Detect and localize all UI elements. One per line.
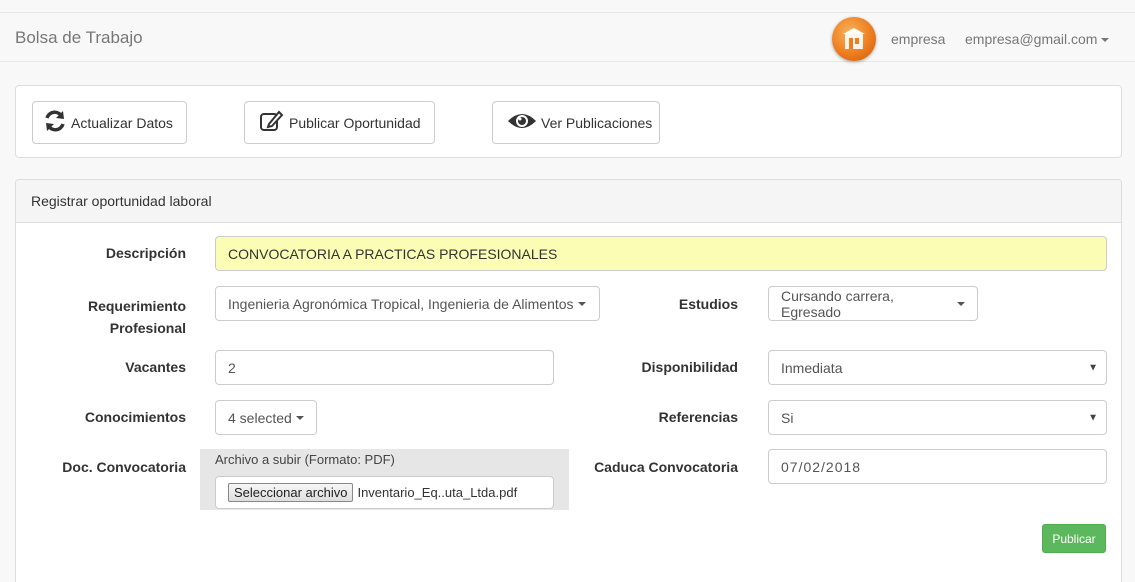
edit-icon — [259, 109, 285, 136]
vacantes-label: Vacantes — [125, 359, 186, 375]
descripcion-input[interactable]: CONVOCATORIA A PRACTICAS PROFESIONALES — [215, 236, 1107, 271]
select-arrow-icon: ▼ — [1088, 412, 1098, 423]
update-data-button[interactable]: Actualizar Datos — [32, 101, 187, 144]
caduca-date-input[interactable]: 07/02/2018 — [768, 449, 1107, 484]
file-upload-box: Archivo a subir (Formato: PDF) Seleccion… — [200, 449, 569, 510]
file-input[interactable]: Seleccionar archivo Inventario_Eq..uta_L… — [215, 476, 554, 509]
disponibilidad-label: Disponibilidad — [641, 359, 738, 375]
estudios-label: Estudios — [678, 296, 738, 312]
user-menu-dropdown[interactable]: empresa@gmail.com — [965, 31, 1110, 47]
publish-opportunity-button[interactable]: Publicar Oportunidad — [244, 101, 435, 144]
chevron-down-icon — [1101, 38, 1110, 43]
requerimiento-label: Requerimiento Profesional — [87, 298, 186, 336]
caduca-label: Caduca Convocatoria — [594, 459, 738, 475]
estudios-value: Cursando carrera, Egresado — [781, 287, 894, 320]
chevron-down-icon — [957, 301, 965, 306]
actions-panel: Actualizar Datos Publicar Oportunidad Ve… — [15, 85, 1122, 158]
conocimientos-label: Conocimientos — [84, 409, 186, 425]
conocimientos-value: 4 selected — [228, 409, 292, 426]
nav-user-label[interactable]: empresa — [891, 31, 945, 47]
descripcion-label: Descripción — [105, 245, 186, 261]
top-navbar: Bolsa de Trabajo empresa empresa@gmail.c… — [0, 12, 1135, 62]
publish-opportunity-label: Publicar Oportunidad — [289, 114, 421, 131]
doc-convocatoria-label: Doc. Convocatoria — [62, 459, 186, 475]
view-publications-label: Ver Publicaciones — [541, 114, 653, 131]
chevron-down-icon — [577, 301, 586, 306]
disponibilidad-select[interactable]: Inmediata ▼ — [768, 350, 1107, 385]
file-caption: Archivo a subir (Formato: PDF) — [215, 452, 395, 467]
referencias-value: Si — [781, 409, 794, 426]
select-file-button[interactable]: Seleccionar archivo — [228, 483, 354, 502]
requerimiento-multiselect[interactable]: Ingenieria Agronómica Tropical, Ingenier… — [215, 286, 600, 321]
vacantes-input[interactable]: 2 — [215, 350, 554, 385]
user-email: empresa@gmail.com — [965, 31, 1098, 47]
panel-title: Registrar oportunidad laboral — [16, 180, 1121, 223]
conocimientos-multiselect[interactable]: 4 selected — [215, 400, 317, 435]
file-name: Inventario_Eq..uta_Ltda.pdf — [357, 485, 518, 500]
brand-title[interactable]: Bolsa de Trabajo — [15, 28, 143, 48]
disponibilidad-value: Inmediata — [781, 359, 843, 376]
estudios-multiselect[interactable]: Cursando carrera, Egresado — [768, 286, 978, 321]
referencias-select[interactable]: Si ▼ — [768, 400, 1107, 435]
refresh-icon — [43, 110, 67, 135]
referencias-label: Referencias — [658, 409, 738, 425]
publish-submit-button[interactable]: Publicar — [1042, 524, 1106, 553]
update-data-label: Actualizar Datos — [71, 114, 173, 131]
select-arrow-icon: ▼ — [1088, 362, 1098, 373]
view-publications-button[interactable]: Ver Publicaciones — [492, 101, 660, 144]
company-logo[interactable] — [832, 17, 876, 61]
requerimiento-value: Ingenieria Agronómica Tropical, Ingenier… — [228, 295, 574, 312]
chevron-down-icon — [295, 415, 304, 420]
eye-icon — [507, 111, 537, 134]
